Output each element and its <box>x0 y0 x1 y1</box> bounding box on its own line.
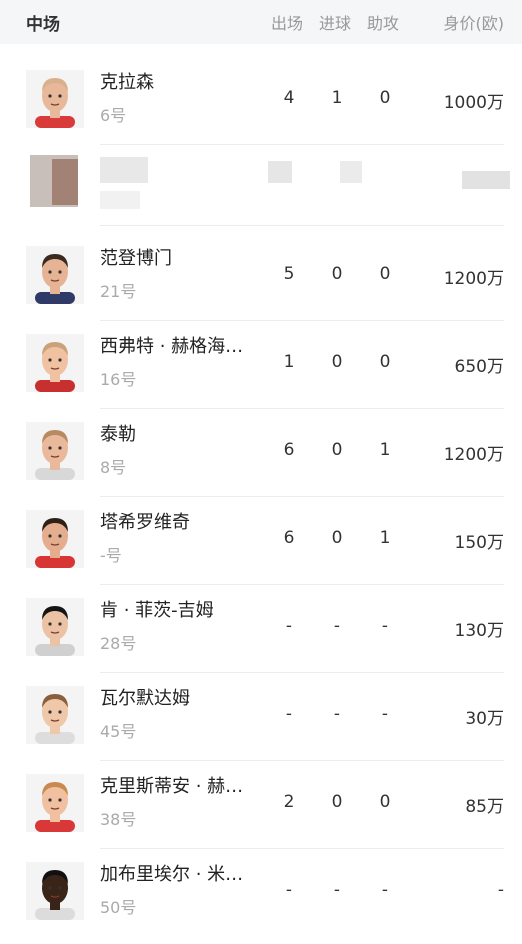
row-divider <box>100 760 504 761</box>
player-apps: - <box>285 704 293 724</box>
player-avatar <box>26 774 84 832</box>
column-header-goals[interactable]: 进球 <box>319 10 351 34</box>
player-assists: 0 <box>379 352 391 372</box>
player-goals: - <box>333 616 341 636</box>
player-assists: 1 <box>379 528 391 548</box>
player-avatar <box>26 334 84 392</box>
player-value: 130万 <box>454 621 504 641</box>
player-assists: 0 <box>379 88 391 108</box>
player-row[interactable]: 范登博门 21号 5 0 0 1200万 <box>0 240 522 328</box>
player-apps: 6 <box>283 528 295 548</box>
player-row[interactable]: 肯 · 菲茨-吉姆 28号 - - - 130万 <box>0 592 522 680</box>
section-title: 中场 <box>26 14 60 35</box>
player-avatar <box>26 246 84 304</box>
player-row[interactable]: 泰勒 8号 6 0 1 1200万 <box>0 416 522 504</box>
row-divider <box>100 225 504 226</box>
player-number: 50号 <box>100 898 137 917</box>
player-value: 650万 <box>454 357 504 377</box>
player-number: 8号 <box>100 458 127 477</box>
row-divider <box>100 584 504 585</box>
player-number: -号 <box>100 546 122 565</box>
player-number: 28号 <box>100 634 137 653</box>
player-name: 塔希罗维奇 <box>100 512 190 533</box>
player-row[interactable]: 塔希罗维奇 -号 6 0 1 150万 <box>0 504 522 592</box>
column-header-apps[interactable]: 出场 <box>271 10 303 34</box>
player-avatar <box>26 510 84 568</box>
player-value: 30万 <box>465 709 504 729</box>
player-value: 1200万 <box>443 445 504 465</box>
player-apps: - <box>285 616 293 636</box>
player-number: 21号 <box>100 282 137 301</box>
player-name: 瓦尔默达姆 <box>100 688 190 709</box>
player-number: 45号 <box>100 722 137 741</box>
row-divider <box>100 408 504 409</box>
row-divider <box>100 320 504 321</box>
player-name: 克里斯蒂安 · 赫… <box>100 776 244 797</box>
player-row[interactable]: 西弗特 · 赫格海… 16号 1 0 0 650万 <box>0 328 522 416</box>
blurred-row <box>0 145 522 217</box>
player-number: 16号 <box>100 370 137 389</box>
player-avatar <box>26 422 84 480</box>
player-row[interactable]: 克拉森 6号 4 1 0 1000万 <box>0 64 522 152</box>
player-assists: 1 <box>379 440 391 460</box>
player-name: 西弗特 · 赫格海… <box>100 336 244 357</box>
player-assists: - <box>381 880 389 900</box>
player-number: 38号 <box>100 810 137 829</box>
player-name: 肯 · 菲茨-吉姆 <box>100 600 214 621</box>
player-apps: 5 <box>283 264 295 284</box>
player-value: 1200万 <box>443 269 504 289</box>
player-assists: - <box>381 704 389 724</box>
player-value: - <box>497 880 504 900</box>
player-row[interactable]: 克里斯蒂安 · 赫… 38号 2 0 0 85万 <box>0 768 522 856</box>
player-avatar <box>26 686 84 744</box>
player-name: 范登博门 <box>100 248 172 269</box>
player-assists: 0 <box>379 792 391 812</box>
player-goals: - <box>333 880 341 900</box>
player-value: 85万 <box>465 797 504 817</box>
player-name: 泰勒 <box>100 424 136 445</box>
player-avatar <box>26 598 84 656</box>
player-row[interactable]: 加布里埃尔 · 米… 50号 - - - - <box>0 856 522 944</box>
row-divider <box>100 672 504 673</box>
player-goals: 1 <box>331 88 343 108</box>
player-goals: 0 <box>331 792 343 812</box>
player-value: 150万 <box>454 533 504 553</box>
player-row[interactable]: 瓦尔默达姆 45号 - - - 30万 <box>0 680 522 768</box>
player-assists: 0 <box>379 264 391 284</box>
player-goals: 0 <box>331 352 343 372</box>
player-name: 加布里埃尔 · 米… <box>100 864 244 885</box>
player-number: 6号 <box>100 106 127 125</box>
player-apps: 2 <box>283 792 295 812</box>
player-goals: 0 <box>331 528 343 548</box>
player-goals: - <box>333 704 341 724</box>
section-header: 中场 出场 进球 助攻 身价(欧) <box>0 0 522 44</box>
player-apps: 1 <box>283 352 295 372</box>
player-apps: 4 <box>283 88 295 108</box>
player-apps: 6 <box>283 440 295 460</box>
player-avatar <box>26 862 84 920</box>
player-assists: - <box>381 616 389 636</box>
player-name: 克拉森 <box>100 72 154 93</box>
player-apps: - <box>285 880 293 900</box>
player-goals: 0 <box>331 440 343 460</box>
player-value: 1000万 <box>443 93 504 113</box>
column-header-value[interactable]: 身价(欧) <box>444 10 505 34</box>
player-goals: 0 <box>331 264 343 284</box>
player-avatar <box>26 70 84 128</box>
row-divider <box>100 848 504 849</box>
row-divider <box>100 496 504 497</box>
column-header-assists[interactable]: 助攻 <box>367 10 399 34</box>
